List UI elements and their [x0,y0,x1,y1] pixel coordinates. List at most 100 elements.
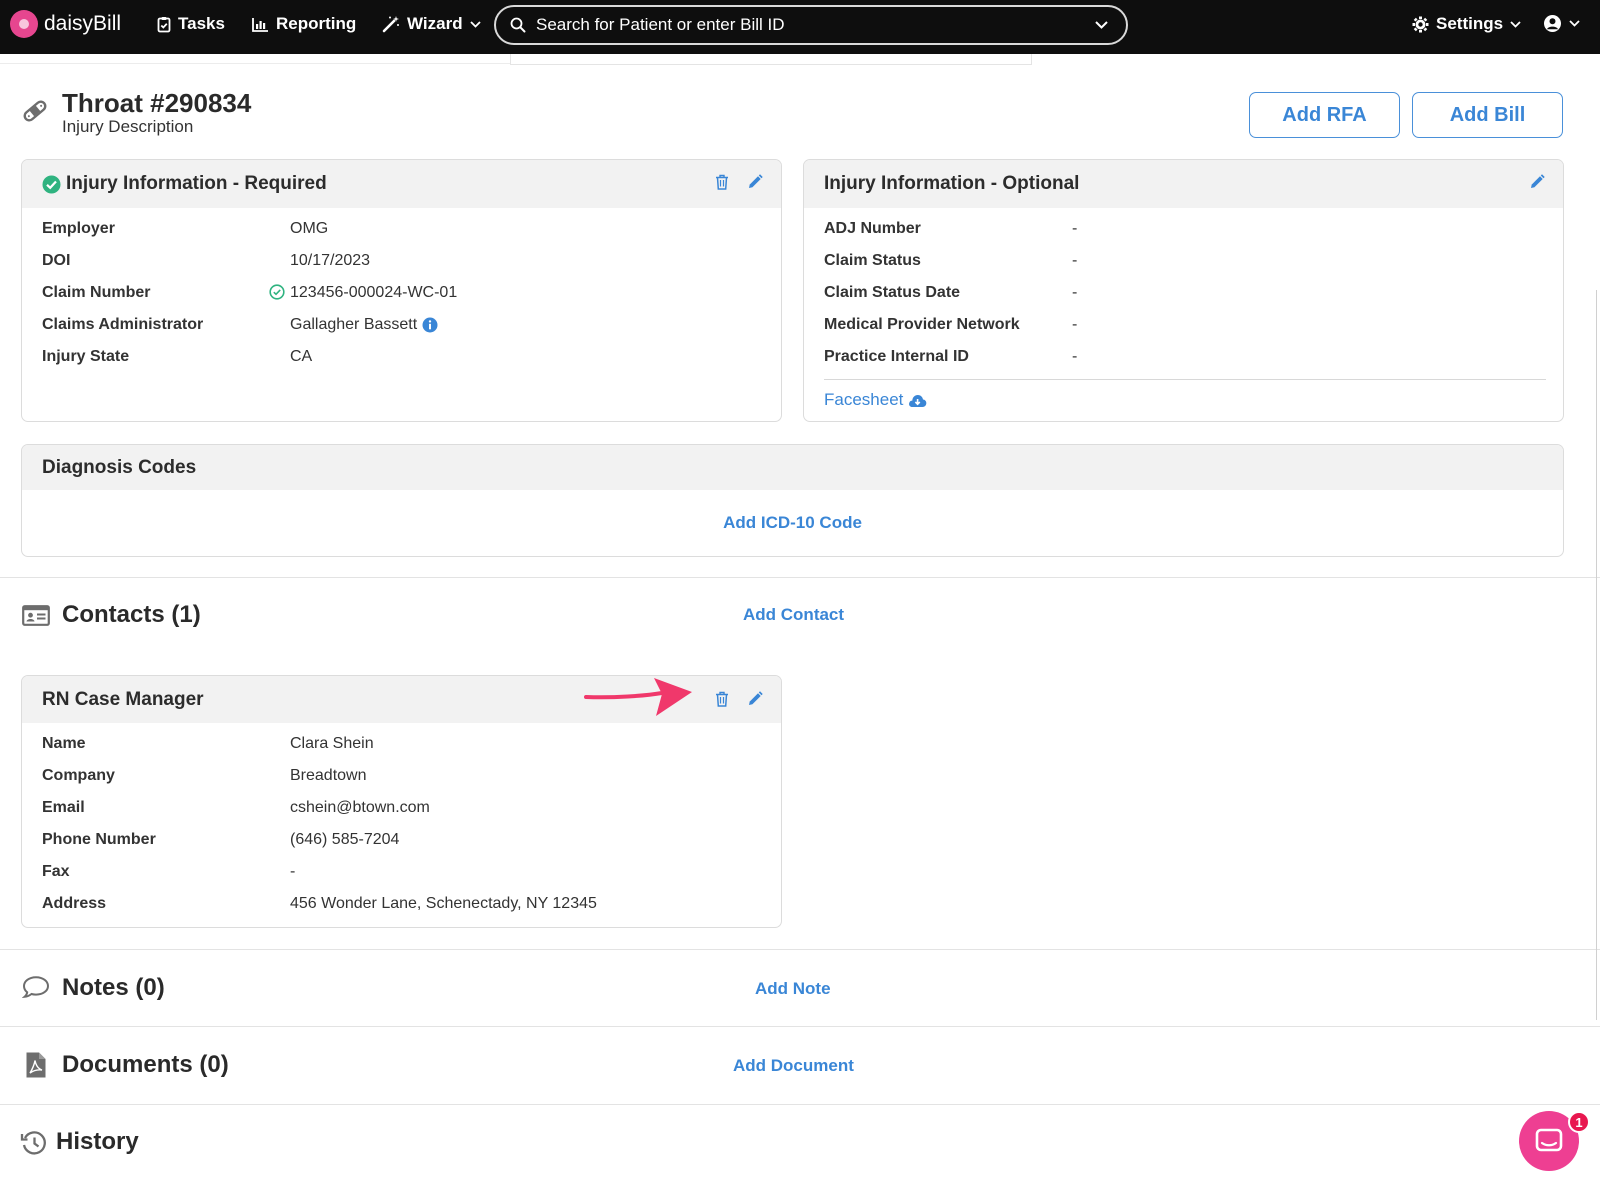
contact-name-value: Clara Shein [290,735,374,752]
cloud-download-icon [909,394,927,407]
brand-name: daisyBill [44,12,122,35]
background-panel-edge [0,54,510,64]
magic-wand-icon [382,16,399,33]
daisy-flower-icon [10,10,38,38]
chat-unread-badge: 1 [1568,1111,1590,1133]
divider [824,379,1546,380]
bar-chart-icon [252,17,268,32]
page-title: Throat #290834 [62,88,252,118]
facesheet-label: Facesheet [824,390,904,409]
claims-admin-link[interactable]: Gallagher Bassett [290,316,417,334]
adj-number-value: - [1072,220,1078,237]
contact-address-row: Address 456 Wonder Lane, Schenectady, NY … [42,895,597,913]
contact-address-label: Address [42,895,107,912]
contact-name-label: Name [42,735,86,752]
verified-check-icon [269,284,285,300]
check-circle-icon [42,175,61,193]
diagnosis-codes-header: Diagnosis Codes [22,445,1563,490]
scrollbar-track[interactable] [1596,290,1597,1020]
contact-phone-value: (646) 585-7204 [290,831,400,848]
nav-wizard[interactable]: Wizard [382,14,481,34]
doi-row: DOI 10/17/2023 [42,252,370,270]
add-note-link[interactable]: Add Note [755,979,831,999]
add-rfa-button[interactable]: Add RFA [1249,92,1400,138]
contact-fax-value: - [290,863,296,880]
contact-email-value: cshein@btown.com [290,799,430,816]
address-card-icon [22,605,50,626]
add-icd10-code-link[interactable]: Add ICD-10 Code [723,513,862,532]
pencil-icon[interactable] [747,174,763,190]
injury-required-card: Injury Information - Required Employer OM… [21,159,782,422]
trash-icon[interactable] [715,174,729,190]
claim-number-value: 123456-000024-WC-01 [290,284,458,301]
doi-label: DOI [42,252,71,269]
search-dropdown-chevron-icon [1095,21,1108,29]
claim-status-value: - [1072,252,1078,269]
contact-fax-label: Fax [42,863,70,880]
employer-row: Employer OMG [42,220,328,238]
pencil-icon[interactable] [1529,174,1545,190]
contact-address-value: 456 Wonder Lane, Schenectady, NY 12345 [290,895,597,912]
patient-search-input[interactable]: Search for Patient or enter Bill ID [494,5,1128,45]
contact-fax-row: Fax - [42,863,295,881]
practice-id-label: Practice Internal ID [824,348,969,365]
nav-tasks[interactable]: Tasks [157,14,225,34]
mpn-value: - [1072,316,1078,333]
contact-company-row: Company Breadtown [42,767,367,785]
contact-company-value: Breadtown [290,767,367,784]
page-subtitle: Injury Description [62,117,194,136]
history-clock-icon [20,1131,46,1155]
contacts-section-title: Contacts (1) [62,601,201,628]
injury-optional-header: Injury Information - Optional [804,160,1563,208]
add-document-link[interactable]: Add Document [733,1056,854,1076]
trash-icon[interactable] [715,691,729,707]
daisybill-logo[interactable]: daisyBill [10,10,121,38]
claim-number-row: Claim Number 123456-000024-WC-01 [42,284,457,302]
chevron-down-icon [1569,20,1580,27]
search-placeholder: Search for Patient or enter Bill ID [536,15,785,34]
contact-email-label: Email [42,799,85,816]
documents-section-title: Documents (0) [62,1051,229,1078]
annotation-arrow [584,678,692,716]
injury-state-row: Injury State CA [42,348,312,366]
claim-number-label: Claim Number [42,284,151,301]
adj-number-label: ADJ Number [824,220,921,237]
clipboard-check-icon [157,16,171,32]
claim-status-row: Claim Status - [824,252,1077,270]
pencil-icon[interactable] [747,691,763,707]
info-circle-icon[interactable] [422,317,438,333]
section-divider [0,1104,1600,1105]
chevron-down-icon [469,20,481,28]
diagnosis-codes-title: Diagnosis Codes [42,456,197,478]
facesheet-link[interactable]: Facesheet [824,390,927,410]
adj-number-row: ADJ Number - [824,220,1077,238]
pdf-file-icon [26,1052,46,1078]
user-menu[interactable] [1543,14,1580,33]
history-section-title: History [56,1128,139,1155]
nav-settings-label: Settings [1436,14,1504,33]
mpn-label: Medical Provider Network [824,316,1020,333]
claim-status-label: Claim Status [824,252,921,269]
claim-status-date-row: Claim Status Date - [824,284,1077,302]
search-icon [510,17,526,33]
add-contact-link[interactable]: Add Contact [743,605,844,625]
speech-bubble-icon [22,976,50,999]
contact-phone-label: Phone Number [42,831,156,848]
chat-icon [1535,1128,1563,1152]
diagnosis-codes-card: Diagnosis Codes Add ICD-10 Code [21,444,1564,557]
injury-state-value: CA [290,348,313,365]
claim-status-date-label: Claim Status Date [824,284,961,301]
search-dropdown-edge [510,54,1032,65]
contact-name-row: Name Clara Shein [42,735,374,753]
mpn-row: Medical Provider Network - [824,316,1077,334]
nav-settings[interactable]: Settings [1412,14,1521,34]
add-bill-button[interactable]: Add Bill [1412,92,1563,138]
section-divider [0,949,1600,950]
nav-reporting[interactable]: Reporting [252,14,356,34]
gear-icon [1412,16,1429,32]
claims-admin-row: Claims Administrator Gallagher Bassett [42,316,438,334]
contact-card-title: RN Case Manager [42,688,204,710]
employer-label: Employer [42,220,115,237]
nav-reporting-label: Reporting [276,14,357,33]
section-divider [0,577,1600,578]
